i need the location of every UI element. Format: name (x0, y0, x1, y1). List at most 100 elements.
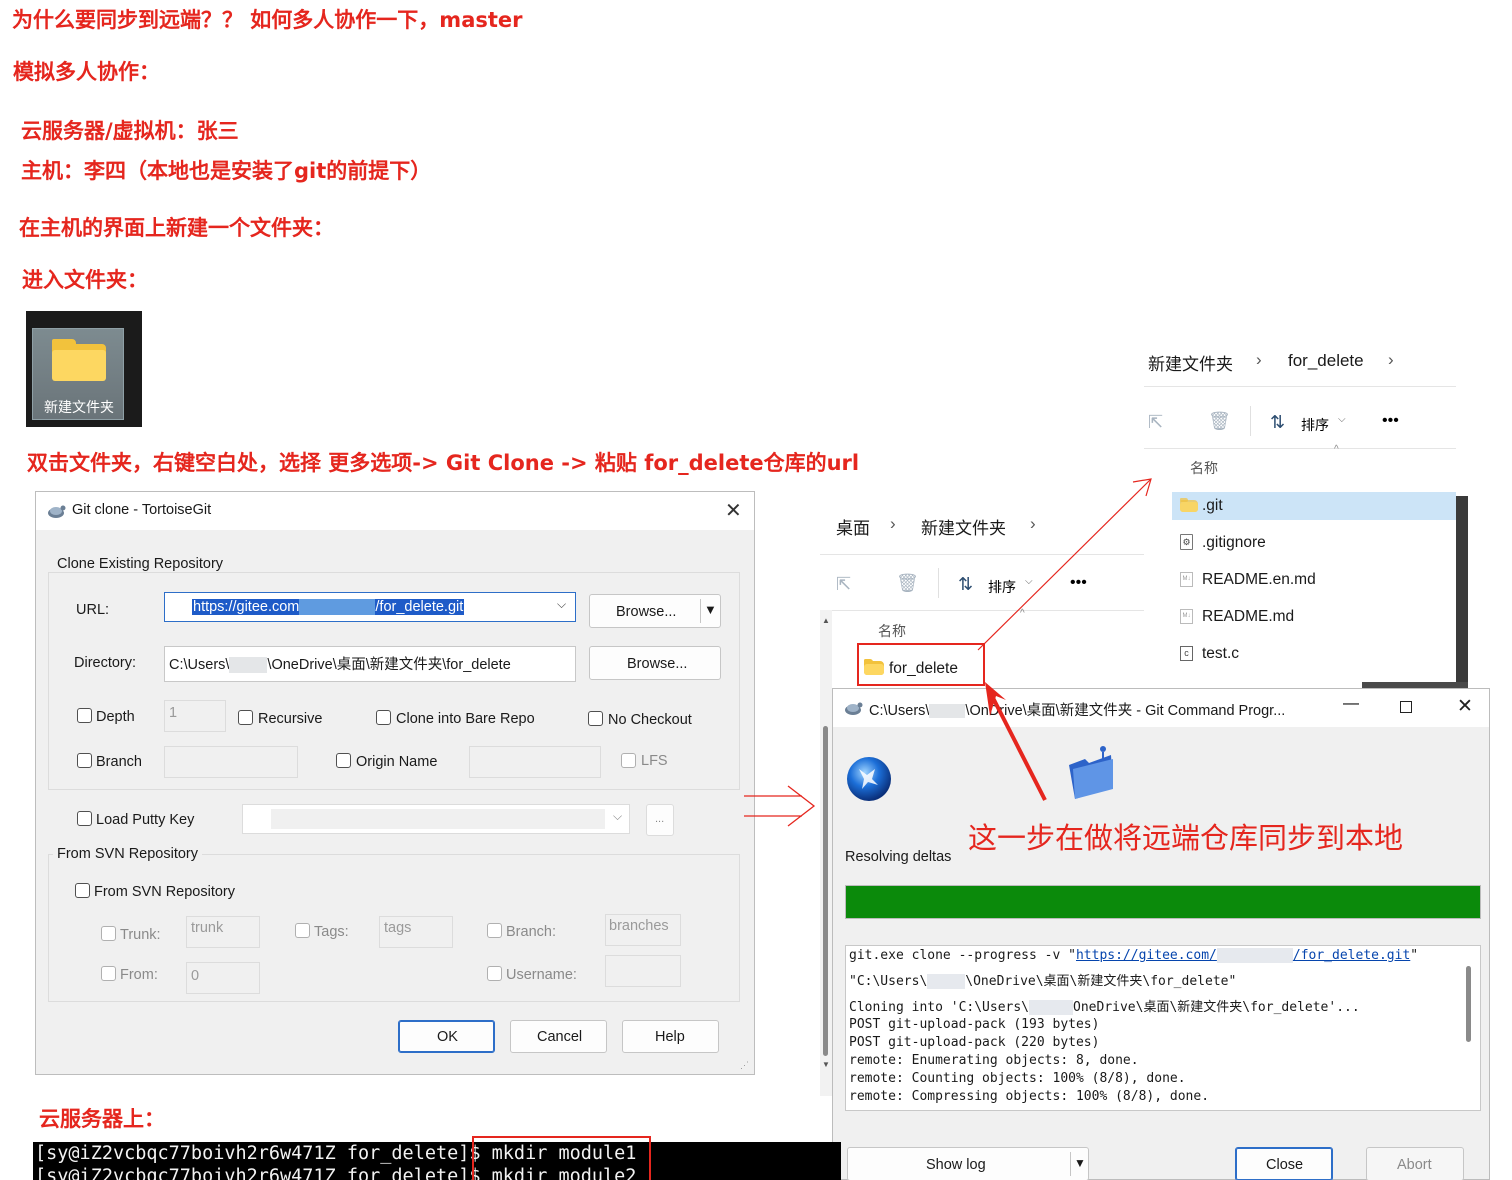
url-browse-button[interactable]: Browse... ▼ (589, 594, 721, 628)
column-name-header[interactable]: 名称 (878, 621, 906, 641)
tags-checkbox[interactable] (295, 923, 310, 938)
breadcrumb-new-folder[interactable]: 新建文件夹 (1148, 350, 1233, 375)
breadcrumb-for-delete[interactable]: for_delete (1288, 351, 1364, 371)
scrollbar[interactable]: ▲ ▼ (820, 610, 832, 1096)
chevron-down-icon[interactable]: ⌵ (557, 597, 566, 612)
desktop-folder-label: 新建文件夹 (44, 399, 114, 415)
c-file-icon: c (1180, 646, 1193, 661)
dialog-title: Git clone - TortoiseGit (72, 502, 212, 518)
breadcrumb-desktop[interactable]: 桌面 (836, 514, 870, 539)
help-button[interactable]: Help (622, 1020, 719, 1053)
username-checkbox[interactable] (487, 966, 502, 981)
abort-button[interactable]: Abort (1366, 1147, 1464, 1180)
log-line: git.exe clone --progress -v "https://git… (849, 948, 1419, 963)
highlight-box (472, 1136, 651, 1180)
breadcrumb-new-folder[interactable]: 新建文件夹 (921, 514, 1006, 539)
desktop-folder-new[interactable]: 新建文件夹 (32, 328, 124, 420)
show-log-button[interactable]: Show log ▼ (847, 1147, 1089, 1180)
note-line-6: 进入文件夹： (22, 268, 148, 292)
dropdown-arrow-icon[interactable]: ▼ (704, 602, 717, 617)
sort-button[interactable]: 排序 (1301, 415, 1329, 435)
depth-input[interactable]: 1 (164, 700, 226, 732)
file-row[interactable]: README.en.md (1202, 571, 1316, 589)
recursive-checkbox[interactable] (238, 710, 253, 725)
file-row[interactable]: .gitignore (1202, 534, 1266, 552)
file-row[interactable]: .git (1202, 497, 1223, 515)
log-scrollbar[interactable] (1466, 966, 1471, 1042)
output-log[interactable]: git.exe clone --progress -v "https://git… (845, 945, 1481, 1111)
chevron-right-icon: › (890, 514, 896, 533)
file-row[interactable]: test.c (1202, 645, 1239, 663)
depth-checkbox[interactable] (77, 708, 92, 723)
note-line-4: 主机：李四（本地也是安装了git的前提下） (21, 159, 432, 183)
close-window-icon[interactable]: ✕ (1457, 695, 1473, 718)
lfs-checkbox[interactable] (621, 753, 636, 768)
minimize-icon[interactable]: — (1343, 695, 1359, 713)
terminal[interactable]: [sy@iZ2vcbqc77boivh2r6w471Z for_delete]$… (33, 1142, 841, 1180)
delete-icon[interactable]: 🗑 (896, 573, 919, 594)
url-label: URL: (76, 602, 110, 618)
share-icon[interactable]: ⇱ (1148, 412, 1163, 433)
tortoisegit-icon (845, 702, 863, 715)
markdown-file-icon: M↓ (1180, 609, 1193, 624)
git-clone-dialog: Git clone - TortoiseGit ✕ Clone Existing… (35, 491, 755, 1075)
origin-name-input[interactable] (469, 746, 601, 778)
maximize-icon[interactable] (1400, 701, 1412, 713)
svn-branch-input[interactable]: branches (605, 914, 681, 946)
note-line-2: 模拟多人协作： (13, 60, 160, 84)
resize-grip-icon[interactable]: ⋰ (740, 1060, 749, 1071)
putty-key-select[interactable]: ⌵ (242, 804, 630, 834)
putty-key-checkbox[interactable] (77, 811, 92, 826)
no-checkout-checkbox[interactable] (588, 711, 603, 726)
sort-button[interactable]: 排序 (988, 577, 1016, 597)
more-options-button[interactable]: ••• (1382, 412, 1399, 430)
share-icon[interactable]: ⇱ (836, 574, 851, 595)
from-input[interactable]: 0 (186, 962, 260, 994)
sort-icon[interactable]: ⇅ (958, 574, 973, 595)
close-button[interactable]: Close (1235, 1147, 1333, 1180)
tags-input[interactable]: tags (379, 916, 453, 948)
cancel-button[interactable]: Cancel (510, 1020, 607, 1053)
annotation-text: 这一步在做将远端仓库同步到本地 (968, 821, 1404, 855)
log-line: remote: Compressing objects: 100% (8/8),… (849, 1089, 1210, 1104)
bare-repo-checkbox[interactable] (376, 710, 391, 725)
svn-branch-checkbox[interactable] (487, 923, 502, 938)
dialog-close-icon[interactable]: ✕ (725, 498, 742, 523)
globe-icon (847, 757, 891, 801)
folder-icon (1180, 498, 1198, 512)
bare-repo-label: Clone into Bare Repo (396, 711, 535, 727)
branch-label: Branch (96, 754, 142, 770)
note-line-3: 云服务器/虚拟机：张三 (21, 119, 239, 143)
directory-label: Directory: (74, 655, 137, 671)
url-input[interactable]: https://gitee.com/for_delete.git ⌵ (164, 592, 576, 622)
background-window-edge (1456, 496, 1468, 686)
no-checkout-label: No Checkout (608, 712, 692, 728)
directory-browse-button[interactable]: Browse... (589, 646, 721, 680)
username-input[interactable] (605, 955, 681, 987)
putty-browse-button[interactable]: ... (646, 804, 674, 836)
trunk-checkbox[interactable] (101, 926, 116, 941)
chevron-down-icon[interactable]: ⌵ (613, 809, 622, 824)
branch-checkbox[interactable] (77, 753, 92, 768)
delete-icon[interactable]: 🗑 (1208, 411, 1231, 432)
lfs-label: LFS (641, 753, 668, 769)
progress-title: C:\Users\ \OnDrive\桌面\新建文件夹 - Git Command… (869, 703, 1286, 719)
column-name-header[interactable]: 名称 (1190, 458, 1218, 478)
sort-arrow-icon: ^ (1020, 608, 1025, 619)
group-svn-label: From SVN Repository (53, 846, 203, 862)
dropdown-arrow-icon[interactable]: ▼ (1074, 1156, 1086, 1170)
log-line: "C:\Users\x\OneDrive\桌面\新建文件夹\for_delete… (849, 974, 1237, 989)
file-row[interactable]: README.md (1202, 608, 1294, 626)
origin-name-checkbox[interactable] (336, 753, 351, 768)
explorer-window-for-delete: 新建文件夹 › for_delete › ⇱ 🗑 ⇅ 排序 ⌵ ••• 名称 ^… (1144, 342, 1456, 682)
from-checkbox[interactable] (101, 966, 116, 981)
sort-icon[interactable]: ⇅ (1270, 412, 1285, 433)
recursive-label: Recursive (258, 711, 323, 727)
git-command-progress-window: C:\Users\ \OnDrive\桌面\新建文件夹 - Git Command… (832, 688, 1490, 1180)
svn-checkbox[interactable] (75, 883, 90, 898)
directory-input[interactable]: C:\Users\ \OneDrive\桌面\新建文件夹\for_delete (164, 646, 576, 682)
trunk-input[interactable]: trunk (186, 916, 260, 948)
ok-button[interactable]: OK (398, 1020, 495, 1053)
branch-input[interactable] (164, 746, 298, 778)
more-options-button[interactable]: ••• (1070, 574, 1087, 592)
